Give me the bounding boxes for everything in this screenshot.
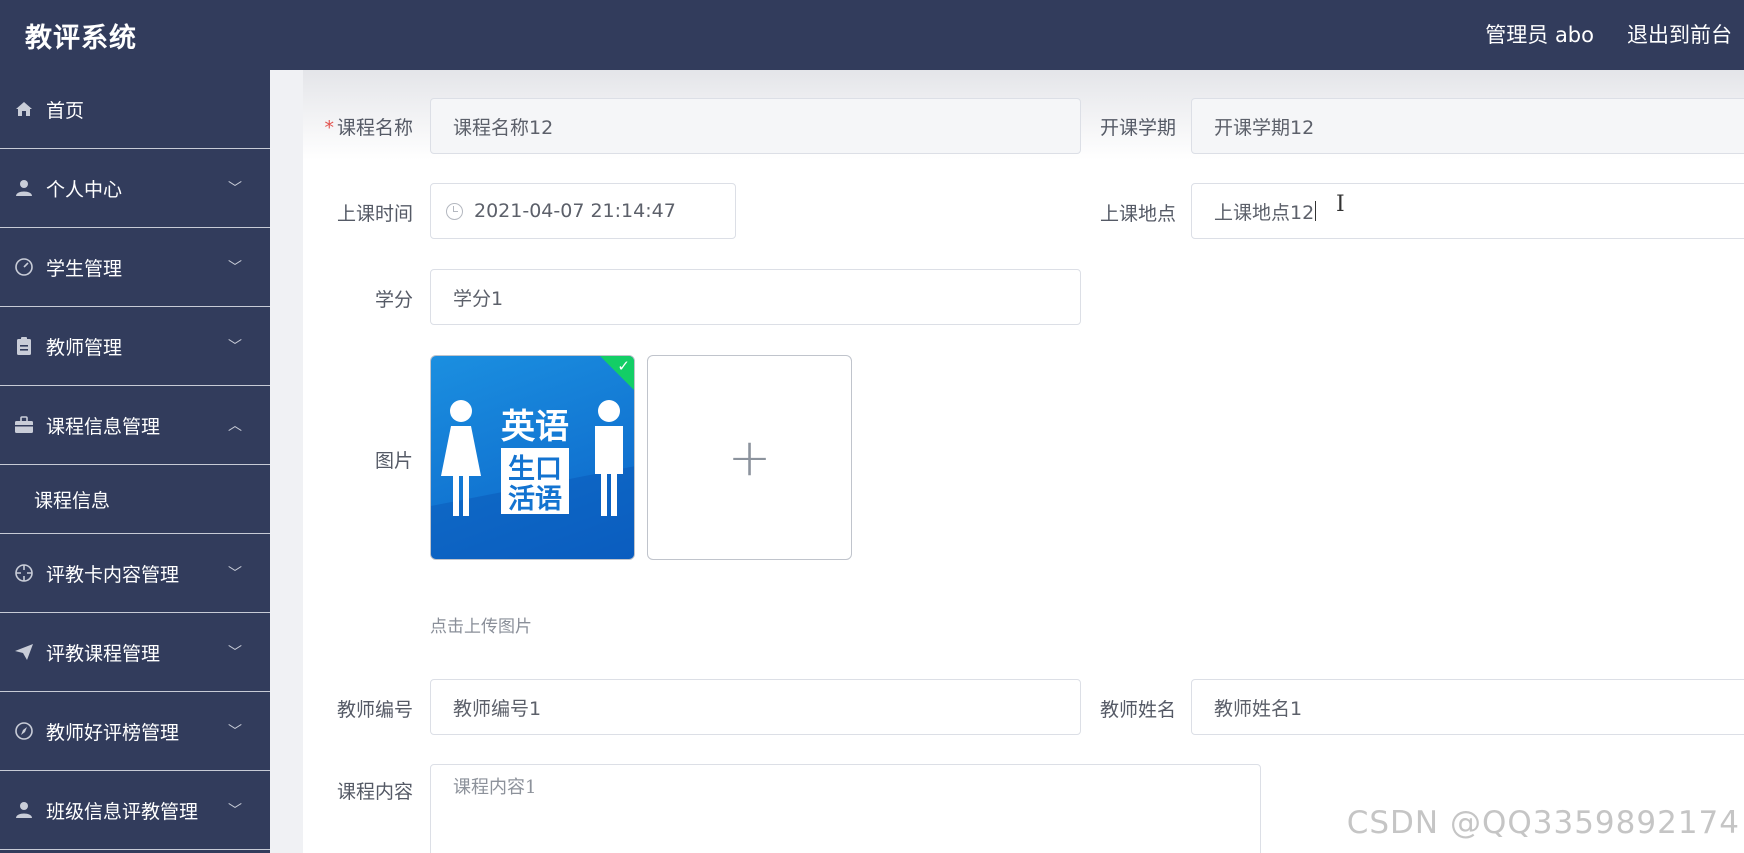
course-content-label: 课程内容: [336, 781, 413, 803]
chevron-down-icon: ﹀: [228, 645, 242, 661]
app-title: 教评系统: [25, 23, 137, 54]
sidebar-item-profile[interactable]: 个人中心 ﹀: [0, 149, 270, 228]
course-name-label: * 课程名称: [300, 113, 413, 140]
chevron-down-icon: ﹀: [228, 724, 242, 740]
course-name-value: 课程名称12: [453, 116, 554, 139]
semester-label: 开课学期: [1099, 117, 1176, 139]
class-time-picker[interactable]: 2021-04-07 21:14:47: [430, 183, 736, 239]
sidebar-item-eval-course-mgmt[interactable]: 评教课程管理 ﹀: [0, 613, 270, 692]
location-input[interactable]: 上课地点12: [1191, 183, 1744, 239]
credit-value: 学分1: [453, 287, 504, 310]
teacher-id-value: 教师编号1: [453, 697, 542, 720]
clock-icon: [446, 202, 463, 220]
home-icon: [14, 99, 34, 119]
sidebar-item-label: 评教卡内容管理: [46, 563, 180, 586]
chevron-down-icon: ﹀: [228, 339, 242, 355]
chevron-down-icon: ﹀: [228, 566, 242, 582]
course-name-label-text: 课程名称: [336, 117, 413, 139]
sidebar-item-label: 课程信息管理: [46, 415, 161, 438]
sidebar-item-students[interactable]: 学生管理 ﹀: [0, 228, 270, 307]
top-right-actions: 管理员 abo 退出到前台: [1485, 19, 1732, 49]
check-icon: ✓: [617, 357, 630, 375]
required-mark: *: [324, 117, 334, 139]
class-time-value: 2021-04-07 21:14:47: [474, 200, 676, 222]
semester-value: 开课学期12: [1214, 116, 1315, 139]
sidebar-item-label: 教师好评榜管理: [46, 721, 180, 744]
top-bar: 教评系统 管理员 abo 退出到前台: [0, 0, 1744, 70]
location-label: 上课地点: [1099, 203, 1176, 225]
uploaded-image-thumbnail[interactable]: 英语 生口 活语 ✓: [430, 355, 635, 560]
thumb-text-line2: 生口: [508, 454, 562, 485]
thumb-text-line3: 活语: [508, 484, 562, 515]
text-caret: [1315, 201, 1317, 221]
admin-user-label[interactable]: 管理员 abo: [1485, 19, 1594, 49]
crosshair-icon: [14, 563, 34, 583]
sidebar-item-label: 评教课程管理: [46, 642, 161, 665]
sidebar: 首页 个人中心 ﹀ 学生管理 ﹀ 教师管理 ﹀ 课程信息管理 ︿ 课程信息 评教…: [0, 70, 270, 853]
sidebar-item-label: 班级信息评教管理: [46, 800, 199, 823]
sidebar-subitem-label: 课程信息: [34, 489, 111, 512]
exit-to-frontend-link[interactable]: 退出到前台: [1627, 19, 1732, 49]
chevron-up-icon: ︿: [228, 418, 242, 434]
teacher-id-input[interactable]: 教师编号1: [430, 679, 1081, 735]
credit-label: 学分: [374, 289, 413, 311]
sidebar-subitem-course-info[interactable]: 课程信息: [0, 465, 270, 534]
sidebar-item-label: 教师管理: [46, 336, 123, 359]
plus-icon: +: [727, 427, 772, 488]
teacher-name-label: 教师姓名: [1099, 699, 1176, 721]
course-content-value: 课程内容1: [453, 777, 537, 798]
sidebar-item-label: 个人中心: [46, 178, 123, 201]
sidebar-item-label: 首页: [46, 99, 85, 122]
compass-icon: [14, 721, 34, 741]
chevron-down-icon: ﹀: [228, 181, 242, 197]
upload-add-button[interactable]: +: [647, 355, 852, 560]
chevron-down-icon: ﹀: [228, 260, 242, 276]
briefcase-icon: [14, 415, 34, 435]
chevron-down-icon: ﹀: [228, 803, 242, 819]
teacher-name-input[interactable]: 教师姓名1: [1191, 679, 1744, 735]
image-label: 图片: [374, 450, 413, 472]
upload-tip: 点击上传图片: [430, 617, 532, 637]
credit-input[interactable]: 学分1: [430, 269, 1081, 325]
semester-input[interactable]: 开课学期12: [1191, 98, 1744, 154]
course-name-input[interactable]: 课程名称12: [430, 98, 1081, 154]
class-time-label: 上课时间: [336, 203, 413, 225]
course-content-textarea[interactable]: 课程内容1: [430, 764, 1261, 853]
sidebar-item-teacher-ranking-mgmt[interactable]: 教师好评榜管理 ﹀: [0, 692, 270, 771]
sidebar-item-class-eval-mgmt[interactable]: 班级信息评教管理 ﹀: [0, 771, 270, 850]
sidebar-item-label: 学生管理: [46, 257, 123, 280]
text-cursor-icon: I: [1336, 192, 1345, 217]
user-icon: [14, 800, 34, 820]
thumb-text-line1: 英语: [501, 407, 569, 447]
sidebar-item-home[interactable]: 首页: [0, 70, 270, 149]
sidebar-item-teachers[interactable]: 教师管理 ﹀: [0, 307, 270, 386]
clipboard-icon: [14, 336, 34, 356]
user-icon: [14, 178, 34, 198]
teacher-name-value: 教师姓名1: [1214, 697, 1303, 720]
location-value: 上课地点12: [1214, 201, 1315, 224]
send-icon: [14, 642, 34, 662]
sidebar-item-eval-card-mgmt[interactable]: 评教卡内容管理 ﹀: [0, 534, 270, 613]
dashboard-icon: [14, 257, 34, 277]
teacher-id-label: 教师编号: [336, 699, 413, 721]
sidebar-item-course-info-mgmt[interactable]: 课程信息管理 ︿: [0, 386, 270, 465]
